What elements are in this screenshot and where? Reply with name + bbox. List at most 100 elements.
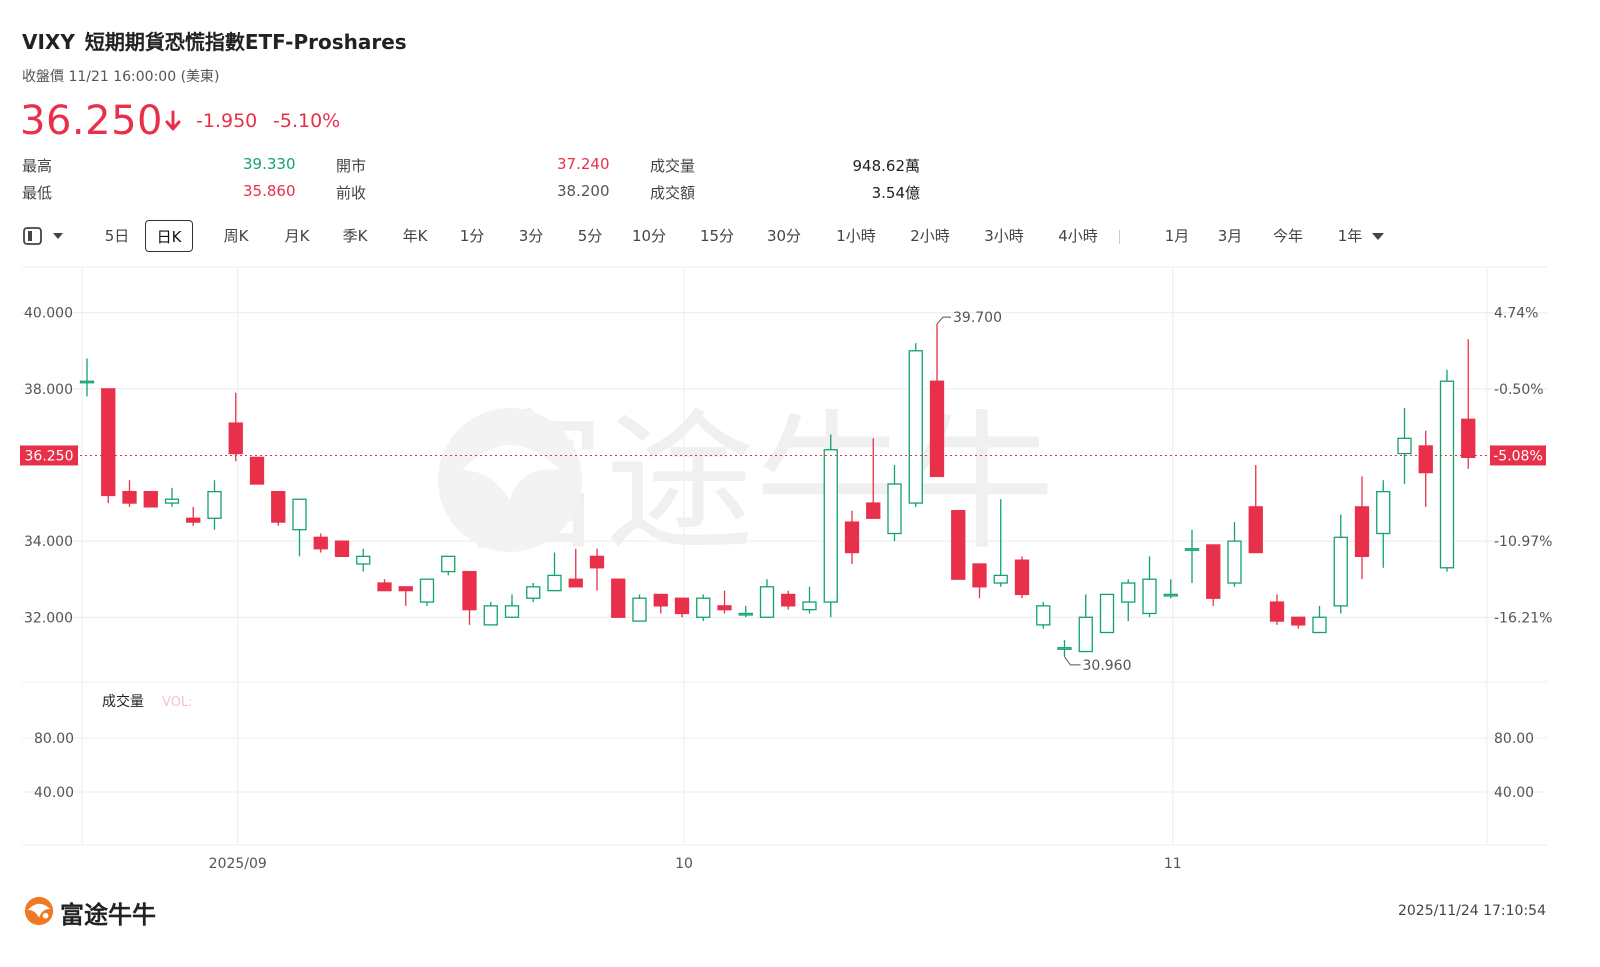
candle-61 [1376,480,1391,568]
candle-57 [1291,616,1306,629]
volume-value: 948.62萬 [852,157,921,175]
volume-tick-label: 80.00 [34,731,74,747]
period-tab-11[interactable]: 30分 [760,220,808,252]
candle-47 [1078,594,1093,653]
candle-14 [377,579,392,592]
chart-type-menu[interactable] [22,220,66,252]
futu-logo-icon [24,896,54,926]
candle-body [759,586,775,618]
candle-body [504,605,520,618]
candle-58 [1312,605,1327,634]
ticker-symbol: VIXY [22,30,75,54]
snapshot-timestamp: 2025/11/24 17:10:54 [1397,903,1546,919]
volume-tick-label: 40.00 [34,785,74,801]
candle-10 [292,498,307,557]
high-value: 39.330 [243,155,296,173]
candle-52 [1184,529,1200,584]
max-leader [936,316,951,325]
x-tick-label: 10 [675,856,693,872]
period-tab-9[interactable]: 10分 [625,220,673,252]
candle-11 [313,533,328,553]
candle-body [249,456,265,485]
open-label: 開市 [336,157,367,175]
min-label: 30.960 [1083,658,1132,674]
period-tab-13[interactable]: 2小時 [902,220,958,252]
candle-body [611,578,626,618]
candle-51 [1163,579,1178,599]
candle-32 [759,579,775,618]
security-name: 短期期貨恐慌指數ETF-Proshares [84,30,407,54]
period-tab-5[interactable]: 年K [393,220,437,252]
candle-body [1078,616,1093,653]
candle-5 [186,506,201,526]
candle-body [1248,506,1263,554]
candle-body [101,388,116,497]
candle-body [1312,616,1327,634]
candle-body [419,578,435,603]
candle-35 [823,434,838,618]
candle-body [483,605,498,626]
period-tab-0[interactable]: 5日 [97,220,137,252]
candle-body [589,555,605,569]
candle-body [1014,559,1030,596]
candle-body [1099,593,1115,634]
candle-body [993,574,1008,584]
candle-body [441,555,456,573]
candle-49 [1121,579,1136,622]
candle-39 [908,343,923,507]
candle-body [1036,605,1051,626]
close-time: 收盤價 11/21 16:00:00 (美東) [22,69,220,85]
candle-44 [1014,556,1030,599]
volume-tick-label-right: 80.00 [1494,731,1534,747]
prev-close-value: 38.200 [557,182,610,200]
candle-7 [228,392,243,462]
period-tab-10[interactable]: 15分 [693,220,741,252]
period-tab-7[interactable]: 3分 [509,220,553,252]
candle-body [547,574,562,592]
period-tab-14[interactable]: 3小時 [976,220,1032,252]
range-dropdown[interactable] [1370,220,1386,252]
candle-59 [1333,514,1348,614]
candle-3 [143,490,158,508]
period-tab-12[interactable]: 1小時 [828,220,884,252]
candle-body [526,586,541,599]
candle-body [568,578,583,588]
candle-9 [271,490,286,526]
period-tab-4[interactable]: 季K [333,220,377,252]
candle-body [79,380,95,384]
candle-29 [696,594,711,622]
candle-65 [1461,339,1476,469]
candle-body [1121,582,1136,603]
period-tab-8[interactable]: 5分 [568,220,612,252]
chart-type-icon [23,227,63,245]
period-tab-18[interactable]: 今年 [1264,220,1312,252]
price-change-pct: -5.10% [273,110,341,132]
candle-body [377,582,392,592]
candle-30 [717,590,732,614]
period-tab-1[interactable]: 日K [145,220,193,252]
kline-chart[interactable]: 富途牛牛 36.250 -5.08%39.70030.960 32.00034.0… [0,260,1600,880]
candle-body [929,380,945,478]
period-tab-19[interactable]: 1年 [1328,220,1372,252]
candle-body [1376,490,1391,535]
period-tab-16[interactable]: 1月 [1155,220,1199,252]
right-tick-label: -16.21% [1494,610,1552,626]
candle-40 [929,324,945,478]
candle-body [398,586,413,592]
toolbar-separator [1119,230,1120,244]
period-tab-6[interactable]: 1分 [452,220,492,252]
period-tab-15[interactable]: 4小時 [1050,220,1106,252]
candle-body [887,483,902,535]
period-tab-17[interactable]: 3月 [1208,220,1252,252]
candle-33 [781,590,796,610]
volume-pane-title: 成交量 [102,693,144,710]
candle-body [1439,380,1455,569]
period-tab-2[interactable]: 周K [214,220,258,252]
period-tab-3[interactable]: 月K [275,220,319,252]
volume-label: 成交量 [650,157,696,175]
candle-body [972,563,987,588]
candle-2 [122,480,137,507]
right-tick-label: -0.50% [1494,382,1544,398]
period-toolbar: 5日 日K 周K 月K 季K 年K 1分 3分 5分 10分 15分 30分 1小時 2小時 3小時 4小時 1… [22,220,1562,254]
candle-34 [802,586,817,614]
